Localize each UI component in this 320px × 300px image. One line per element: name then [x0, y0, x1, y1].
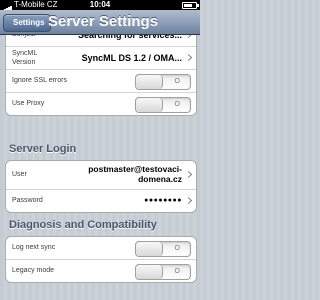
diagnosis-group: Log next sync O Legacy mode O: [5, 236, 197, 283]
user-row[interactable]: User postmaster@testovaci- domena.cz: [6, 161, 196, 190]
toggle-off-indicator: O: [174, 78, 180, 85]
bonjour-value: Searching for services...: [77, 35, 182, 40]
use-proxy-label: Use Proxy: [12, 100, 45, 107]
ignore-ssl-errors-label: Ignore SSL errors: [12, 77, 67, 84]
server-login-header: Server Login: [9, 143, 77, 155]
legacy-mode-row: Legacy mode O: [6, 260, 196, 282]
chevron-right-icon: [184, 196, 193, 205]
ignore-ssl-errors-row: Ignore SSL errors O: [6, 70, 196, 93]
server-login-group: User postmaster@testovaci- domena.cz Pas…: [5, 160, 197, 213]
user-value-line1: postmaster@testovaci-: [88, 164, 182, 174]
user-value: postmaster@testovaci- domena.cz: [88, 164, 182, 184]
toggle-knob: [136, 242, 163, 256]
password-value: ●●●●●●●●: [144, 197, 182, 204]
use-proxy-row: Use Proxy O: [6, 93, 196, 115]
settings-back-button[interactable]: Settings: [3, 14, 51, 32]
toggle-knob: [136, 265, 163, 279]
syncml-version-value: SyncML DS 1.2 / OMA...: [81, 53, 182, 63]
bonjour-label: Bonjour: [12, 35, 36, 46]
navigation-bar: Settings Server Settings: [0, 10, 200, 35]
ignore-ssl-errors-toggle[interactable]: O: [135, 74, 191, 90]
password-label: Password: [12, 197, 43, 204]
user-value-line2: domena.cz: [138, 174, 182, 184]
syncml-version-label-line1: SyncML: [12, 50, 38, 57]
toggle-off-indicator: O: [174, 268, 180, 275]
chevron-right-icon: [184, 53, 193, 62]
log-next-sync-label: Log next sync: [12, 244, 56, 251]
user-label: User: [12, 171, 27, 178]
log-next-sync-row: Log next sync O: [6, 237, 196, 260]
legacy-mode-toggle[interactable]: O: [135, 264, 191, 280]
settings-content[interactable]: Bonjour Searching for services... SyncML…: [0, 35, 200, 300]
password-row[interactable]: Password ●●●●●●●●: [6, 190, 196, 212]
chevron-right-icon: [184, 170, 193, 179]
battery-icon: [182, 2, 199, 9]
general-settings-group: Bonjour Searching for services... SyncML…: [5, 35, 197, 116]
toggle-knob: [136, 75, 163, 89]
chevron-right-icon: [184, 35, 193, 39]
status-time: 10:04: [89, 0, 111, 9]
diagnosis-header: Diagnosis and Compatibility: [9, 219, 157, 231]
syncml-version-label: SyncML Version: [12, 49, 37, 67]
syncml-version-label-line2: Version: [12, 59, 36, 66]
use-proxy-toggle[interactable]: O: [135, 97, 191, 113]
legacy-mode-label: Legacy mode: [12, 267, 55, 274]
status-bar: T-Mobile CZ 10:04: [0, 0, 200, 12]
log-next-sync-toggle[interactable]: O: [135, 241, 191, 257]
toggle-off-indicator: O: [174, 245, 180, 252]
syncml-version-row[interactable]: SyncML Version SyncML DS 1.2 / OMA...: [6, 47, 196, 70]
bonjour-row[interactable]: Bonjour Searching for services...: [6, 35, 196, 47]
page-title: Server Settings: [48, 13, 159, 30]
toggle-off-indicator: O: [174, 101, 180, 108]
toggle-knob: [136, 98, 163, 112]
